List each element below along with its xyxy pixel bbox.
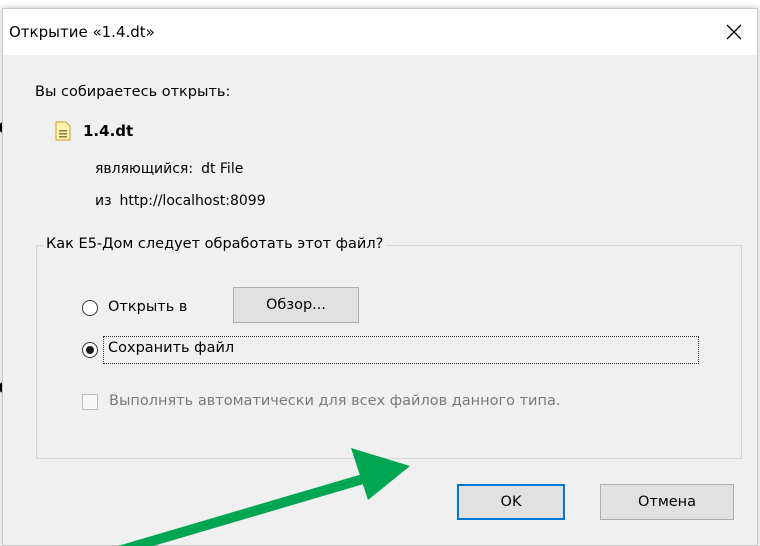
dialog-titlebar: Открытие «1.4.dt»: [3, 9, 757, 55]
file-source-value: http://localhost:8099: [119, 193, 266, 209]
save-file-radio[interactable]: [82, 342, 98, 358]
auto-action-label: Выполнять автоматически для всех файлов …: [109, 393, 561, 409]
file-type-value: dt File: [201, 161, 244, 177]
action-groupbox: Как E5-Дом следует обработать этот файл?…: [36, 236, 742, 459]
file-source-row: из http://localhost:8099: [95, 193, 266, 209]
cancel-button[interactable]: Отмена: [600, 484, 734, 520]
groupbox-title: Как E5-Дом следует обработать этот файл?: [43, 236, 387, 252]
file-type-row: являющийся: dt File: [95, 161, 243, 177]
ok-button[interactable]: OK: [457, 484, 565, 520]
open-file-dialog: Открытие «1.4.dt» Вы собираетесь открыть…: [2, 8, 758, 546]
close-button[interactable]: [711, 9, 757, 55]
file-name: 1.4.dt: [83, 122, 134, 140]
file-type-label: являющийся:: [95, 161, 194, 177]
auto-action-checkbox[interactable]: [82, 394, 98, 410]
open-with-radio[interactable]: [82, 300, 98, 316]
browse-button[interactable]: Обзор...: [233, 287, 359, 323]
save-file-label[interactable]: Сохранить файл: [108, 340, 234, 356]
radio-selected-dot: [86, 346, 94, 354]
file-info-row: 1.4.dt: [53, 121, 133, 141]
dialog-prompt: Вы собираетесь открыть:: [35, 84, 231, 100]
open-with-label[interactable]: Открыть в: [108, 299, 187, 315]
file-source-label: из: [95, 193, 112, 209]
document-icon: [55, 121, 71, 141]
dialog-title: Открытие «1.4.dt»: [9, 23, 155, 41]
close-icon: [726, 24, 742, 40]
